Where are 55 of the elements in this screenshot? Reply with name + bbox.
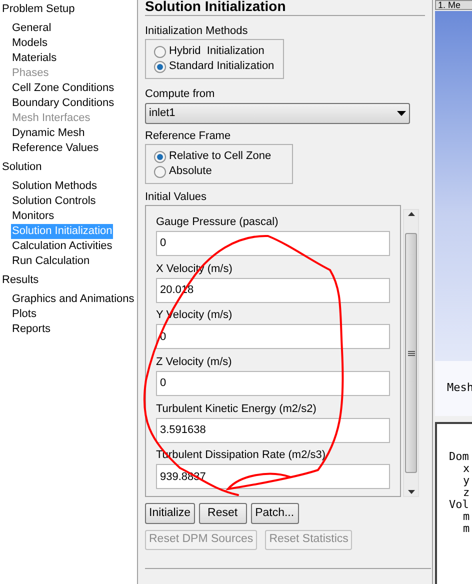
input-field[interactable]: 3.591638 <box>156 418 390 443</box>
radio-selected-icon[interactable] <box>154 60 166 72</box>
console-line: y <box>462 475 471 487</box>
graphics-tab[interactable]: 1. Me <box>435 0 472 10</box>
radio-icon[interactable] <box>154 46 166 58</box>
caret-icon <box>397 111 406 116</box>
radio-icon[interactable] <box>154 166 166 178</box>
tree-item[interactable]: Calculation Activities <box>11 239 114 254</box>
grip-icon <box>408 350 414 356</box>
action-button[interactable]: Patch... <box>250 503 299 524</box>
tree-item[interactable]: Boundary Conditions <box>11 96 116 111</box>
console-line: z <box>462 487 471 499</box>
scroll-thumb[interactable] <box>405 233 417 473</box>
console-line: Dom <box>449 451 470 463</box>
scrollbar[interactable] <box>403 209 419 497</box>
tree-item[interactable]: Reports <box>11 322 52 337</box>
field-label: Turbulent Kinetic Energy (m2/s2) <box>156 402 318 416</box>
tree-item[interactable]: Monitors <box>11 209 56 224</box>
action-button[interactable]: Initialize <box>145 503 195 524</box>
scroll-up-icon[interactable] <box>408 212 414 216</box>
action-button[interactable]: Reset <box>198 503 247 524</box>
tree-item[interactable]: Cell Zone Conditions <box>11 81 116 96</box>
radio-label[interactable]: Standard Initialization <box>169 58 274 75</box>
panel-title: Solution Initialization <box>145 0 287 14</box>
tree-item[interactable]: Materials <box>11 51 58 66</box>
console-line: m <box>462 523 471 535</box>
field-label: Compute from <box>145 88 216 101</box>
scroll-down-icon[interactable] <box>408 490 414 494</box>
radio-label[interactable]: Relative to Cell Zone <box>169 148 272 165</box>
tree-heading[interactable]: Problem Setup <box>2 2 137 17</box>
console-line: m <box>462 511 471 523</box>
tree-item[interactable]: Solution Controls <box>11 194 97 209</box>
field-label: Z Velocity (m/s) <box>156 356 233 370</box>
group-label: Initial Values <box>145 191 208 204</box>
dropdown[interactable]: inlet1 <box>145 103 410 124</box>
radio-label[interactable]: Hybrid Initialization <box>169 43 264 60</box>
group-label: Initialization Methods <box>145 25 249 38</box>
tree-item[interactable]: Dynamic Mesh <box>11 126 86 141</box>
tree-heading[interactable]: Solution <box>2 160 137 175</box>
input-field[interactable]: 0 <box>156 231 390 256</box>
radio-label[interactable]: Absolute <box>169 163 212 180</box>
tree-item[interactable]: Models <box>11 36 48 51</box>
field-label: Gauge Pressure (pascal) <box>156 216 280 229</box>
group-label: Reference Frame <box>145 130 232 143</box>
tree-item[interactable]: Run Calculation <box>11 254 91 269</box>
radio-selected-icon[interactable] <box>154 150 166 162</box>
tree-item[interactable]: Solution Methods <box>11 179 98 194</box>
tree-item[interactable]: Plots <box>11 307 38 322</box>
input-field[interactable]: 0 <box>156 371 390 396</box>
tree-item[interactable]: General <box>11 21 52 36</box>
tree-heading[interactable]: Results <box>2 273 137 288</box>
console-line: x <box>462 463 471 475</box>
tree-item[interactable]: Graphics and Animations <box>11 292 136 307</box>
console-line: Vol <box>449 499 470 511</box>
tree-item[interactable]: Reference Values <box>11 141 100 156</box>
